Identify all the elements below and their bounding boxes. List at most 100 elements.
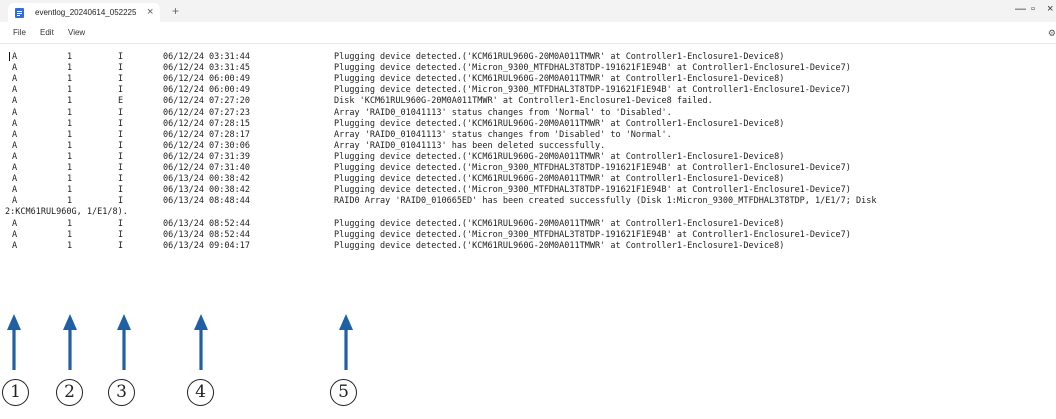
log-field-2: 1 (67, 85, 73, 96)
log-line: 2:KCM61RUL960G, 1/E1/8). (0, 207, 1056, 218)
menu-edit[interactable]: Edit (40, 28, 54, 37)
log-line: A 1 I 06/13/24 09:04:17 Plugging device dete… (0, 241, 1056, 252)
log-field-2: 1 (67, 129, 73, 140)
log-field-2: 1 (67, 52, 73, 62)
log-field-3: I (118, 174, 124, 185)
log-message: Array 'RAID0_01041113' status changes fr… (334, 107, 672, 118)
log-timestamp: 06/12/24 07:31:40 (163, 163, 250, 173)
divider (0, 43, 1056, 44)
log-field-3: I (118, 129, 124, 140)
log-message: RAID0 Array 'RAID0_010665ED' has been cr… (334, 196, 877, 207)
log-timestamp: 06/13/24 08:52:44 (163, 229, 250, 240)
log-field-1: A (12, 163, 18, 173)
log-message: Plugging device detected.('KCM61RUL960G-… (334, 174, 785, 185)
log-message: Plugging device detected.('KCM61RUL960G-… (334, 218, 785, 229)
log-timestamp: 06/13/24 00:38:42 (163, 185, 250, 196)
log-field-3: I (118, 107, 124, 118)
log-message: Plugging device detected.('KCM61RUL960G-… (334, 240, 785, 251)
log-message: Plugging device detected.('KCM61RUL960G-… (334, 118, 785, 129)
arrow-5 (339, 314, 353, 370)
log-line: A 1 I 06/13/24 08:52:44 Plugging device dete… (0, 219, 1056, 230)
log-field-1: A (12, 240, 18, 251)
tab-eventlog[interactable]: eventlog_20240614_052225 × (8, 3, 160, 22)
log-field-2: 1 (67, 151, 73, 162)
log-line: A 1 I 06/13/24 08:52:44 Plugging device dete… (0, 230, 1056, 241)
log-field-2: 1 (67, 74, 73, 85)
annotation-marker-1: 1 (2, 379, 29, 406)
log-message: Plugging device detected.('Micron_9300_M… (334, 185, 851, 196)
log-timestamp: 06/12/24 03:31:44 (163, 52, 250, 62)
log-line: A 1 I 06/12/24 06:00:49 Plugging device dete… (0, 74, 1056, 85)
tab-title: eventlog_20240614_052225 (35, 8, 137, 17)
settings-gear-icon[interactable]: ⚙ (1048, 28, 1056, 39)
log-field-2: 1 (67, 96, 73, 107)
annotation-marker-3: 3 (108, 379, 135, 406)
log-message: Plugging device detected.('Micron_9300_M… (334, 85, 851, 96)
log-field-1: A (12, 185, 18, 196)
log-message: Disk 'KCM61RUL960G-20M0A011TMWR' at Cont… (334, 96, 713, 107)
log-field-3: E (118, 96, 124, 107)
log-field-1: A (12, 74, 18, 85)
log-field-3: I (118, 52, 124, 62)
log-timestamp: 06/12/24 07:28:15 (163, 118, 250, 129)
log-field-1: A (12, 229, 18, 240)
log-field-1: A (12, 196, 18, 207)
annotation-marker-4: 4 (187, 379, 214, 406)
log-timestamp: 06/12/24 07:27:23 (163, 107, 250, 118)
log-field-3: I (118, 63, 124, 74)
log-message: Plugging device detected.('Micron_9300_M… (334, 163, 851, 173)
log-timestamp: 06/12/24 07:27:20 (163, 96, 250, 107)
log-message: Array 'RAID0_01041113' status changes fr… (334, 129, 672, 140)
log-field-2: 1 (67, 185, 73, 196)
log-field-2: 1 (67, 63, 73, 74)
tab-close-icon[interactable]: × (147, 6, 153, 18)
log-field-1: A (12, 118, 18, 129)
log-timestamp: 06/12/24 07:31:39 (163, 151, 250, 162)
log-line: A 1 E 06/12/24 07:27:20 Disk 'KCM61RUL960G-2… (0, 96, 1056, 107)
log-field-2: 1 (67, 240, 73, 251)
menu-view[interactable]: View (68, 28, 85, 37)
text-editor-area[interactable]: A 1 I 06/12/24 03:31:44 Plugging device dete… (0, 48, 1056, 310)
menu-file[interactable]: File (13, 28, 26, 37)
log-message: Plugging device detected.('Micron_9300_M… (334, 229, 851, 240)
log-field-1: A (12, 174, 18, 185)
log-field-3: I (118, 185, 124, 196)
log-field-1: A (12, 218, 18, 229)
log-timestamp: 06/12/24 06:00:49 (163, 74, 250, 85)
log-field-1: A (12, 140, 18, 151)
log-field-2: 1 (67, 140, 73, 151)
log-message: Plugging device detected.('KCM61RUL960G-… (334, 74, 785, 85)
new-tab-button[interactable]: + (172, 4, 179, 18)
log-line: A 1 I 06/12/24 07:31:40 Plugging device dete… (0, 163, 1056, 174)
log-timestamp: 06/13/24 00:38:42 (163, 174, 250, 185)
log-field-3: I (118, 218, 124, 229)
maximize-button[interactable]: ▫ (1031, 3, 1035, 15)
log-field-3: I (118, 240, 124, 251)
arrow-1 (7, 314, 21, 370)
log-field-2: 1 (67, 229, 73, 240)
log-field-3: I (118, 74, 124, 85)
log-field-2: 1 (67, 163, 73, 173)
log-line: A 1 I 06/12/24 03:31:45 Plugging device dete… (0, 63, 1056, 74)
log-field-3: I (118, 196, 124, 207)
log-line: A 1 I 06/12/24 07:30:06 Array 'RAID0_0104111… (0, 141, 1056, 152)
log-message-continuation: 2:KCM61RUL960G, 1/E1/8). (5, 207, 128, 218)
log-field-1: A (12, 52, 18, 62)
log-line: A 1 I 06/13/24 00:38:42 Plugging device dete… (0, 174, 1056, 185)
close-window-button[interactable]: × (1047, 3, 1053, 15)
minimize-button[interactable]: — (1015, 3, 1026, 15)
log-line: A 1 I 06/12/24 03:31:44 Plugging device dete… (0, 52, 1056, 63)
notepad-icon (15, 8, 24, 18)
log-message: Plugging device detected.('Micron_9300_M… (334, 63, 851, 74)
log-line: A 1 I 06/12/24 07:31:39 Plugging device dete… (0, 152, 1056, 163)
log-line: A 1 I 06/12/24 07:27:23 Array 'RAID0_0104111… (0, 108, 1056, 119)
arrow-2 (63, 314, 77, 370)
log-message: Array 'RAID0_01041113' has been deleted … (334, 140, 606, 151)
log-timestamp: 06/12/24 07:28:17 (163, 129, 250, 140)
log-timestamp: 06/12/24 07:30:06 (163, 140, 250, 151)
log-timestamp: 06/12/24 06:00:49 (163, 85, 250, 96)
log-field-3: I (118, 151, 124, 162)
log-timestamp: 06/13/24 09:04:17 (163, 240, 250, 251)
log-field-3: I (118, 229, 124, 240)
title-bar: eventlog_20240614_052225 × + — ▫ × (0, 0, 1056, 22)
